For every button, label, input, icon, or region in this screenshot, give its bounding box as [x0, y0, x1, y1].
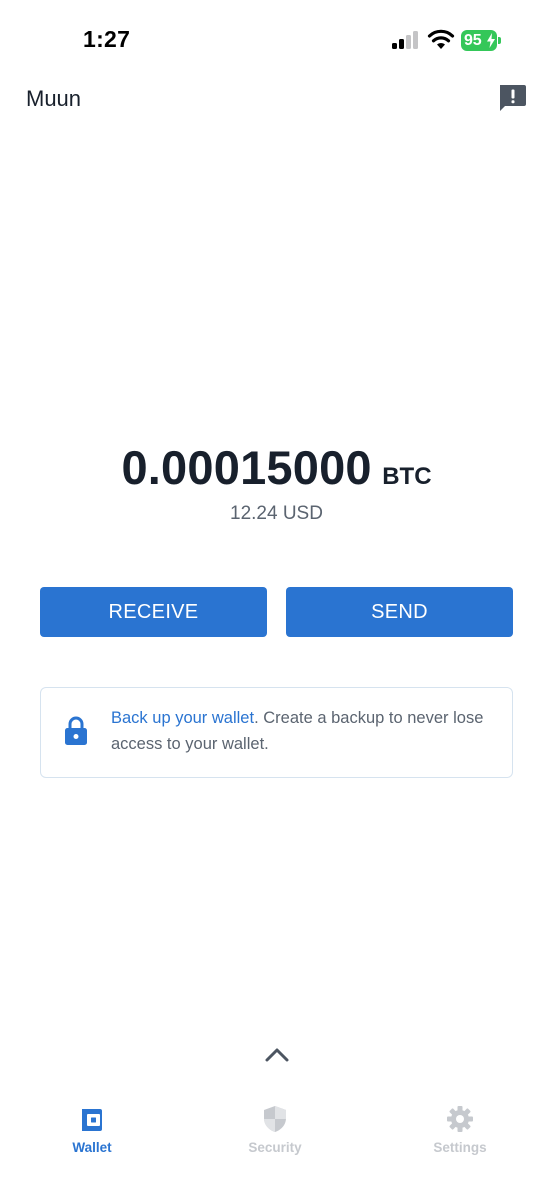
app-title: Muun — [26, 86, 82, 111]
status-bar: 1:27 95 — [0, 0, 553, 80]
fiat-balance: 12.24 USD — [230, 503, 323, 524]
gear-icon — [447, 1106, 473, 1132]
lock-icon — [65, 716, 87, 745]
backup-wallet-card[interactable]: Back up your wallet. Create a backup to … — [40, 687, 513, 778]
shield-icon — [264, 1106, 286, 1132]
tab-settings[interactable]: Settings — [400, 1100, 520, 1170]
receive-button[interactable]: RECEIVE — [40, 587, 267, 637]
status-time: 1:27 — [83, 26, 131, 52]
tab-security[interactable]: Security — [215, 1100, 335, 1170]
chevron-up-icon[interactable] — [264, 1045, 290, 1063]
battery-icon: 95 — [461, 30, 497, 51]
message-alert-icon[interactable] — [497, 83, 527, 113]
send-button[interactable]: SEND — [286, 587, 513, 637]
signal-icon — [392, 31, 420, 49]
balance-amount: 0.00015000 — [121, 441, 372, 494]
backup-wallet-link[interactable]: Back up your wallet — [111, 709, 254, 727]
battery-level: 95 — [464, 32, 482, 49]
tab-security-label: Security — [248, 1140, 302, 1155]
balance-display: 0.00015000 BTC — [0, 440, 553, 495]
wallet-icon — [82, 1109, 102, 1131]
tab-settings-label: Settings — [433, 1140, 487, 1155]
tab-wallet[interactable]: Wallet — [32, 1100, 152, 1170]
balance-unit: BTC — [382, 463, 432, 490]
tab-wallet-label: Wallet — [72, 1140, 112, 1155]
charging-bolt-icon — [487, 33, 495, 48]
wifi-icon — [427, 29, 455, 49]
battery-cap — [498, 37, 501, 44]
backup-message: Back up your wallet. Create a backup to … — [111, 705, 491, 757]
